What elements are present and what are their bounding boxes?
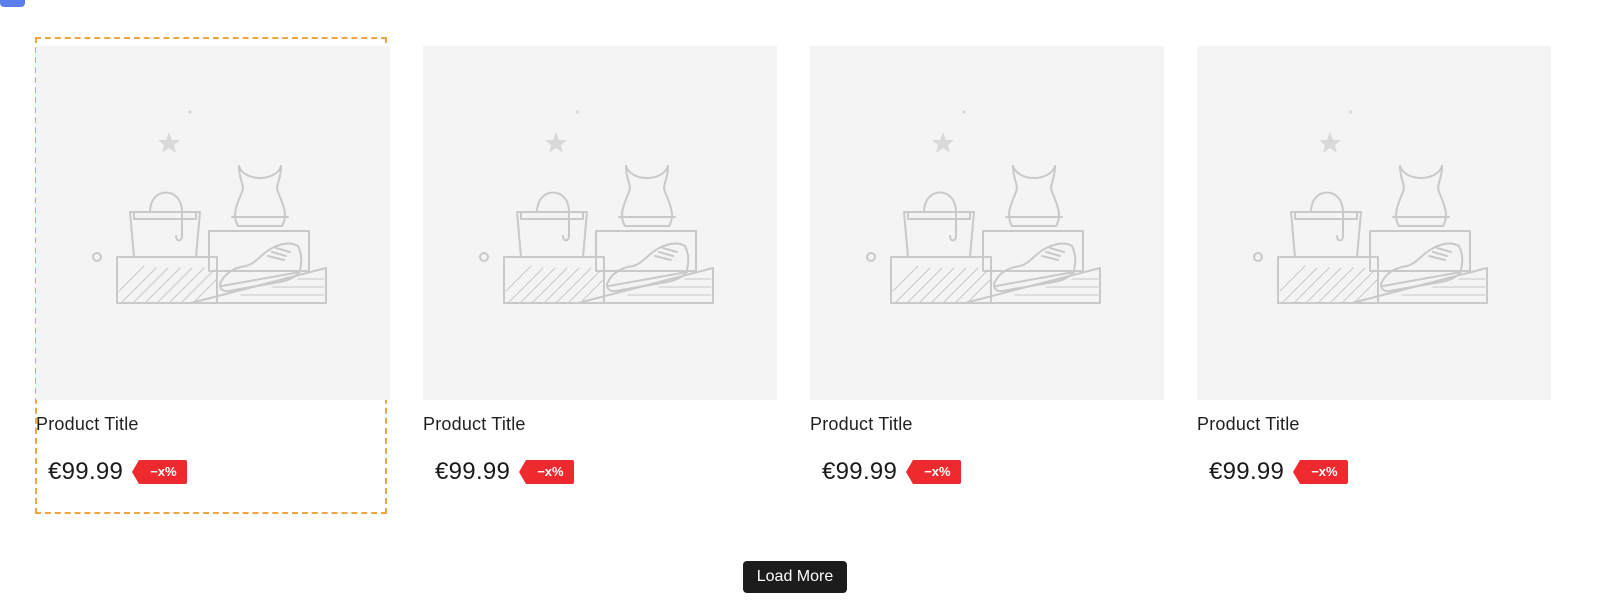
product-title[interactable]: Product Title [423, 413, 777, 435]
product-card[interactable]: Product Title €99.99 −x% [423, 46, 777, 485]
product-price: €99.99 [1209, 458, 1285, 485]
product-card[interactable]: Product Title €99.99 −x% [1197, 46, 1551, 485]
product-placeholder-icon [92, 110, 327, 304]
product-title[interactable]: Product Title [810, 413, 1164, 435]
corner-tab[interactable] [0, 0, 25, 7]
product-price: €99.99 [48, 458, 124, 485]
product-placeholder-icon [866, 110, 1101, 304]
price-row: €99.99 −x% [435, 458, 777, 485]
price-row: €99.99 −x% [1209, 458, 1551, 485]
product-image[interactable] [810, 46, 1164, 400]
product-image[interactable] [36, 46, 390, 400]
discount-badge: −x% [906, 460, 961, 484]
product-title[interactable]: Product Title [36, 413, 390, 435]
discount-badge: −x% [519, 460, 574, 484]
price-row: €99.99 −x% [822, 458, 1164, 485]
discount-badge: −x% [1293, 460, 1348, 484]
product-image[interactable] [423, 46, 777, 400]
product-card[interactable]: Product Title €99.99 −x% [810, 46, 1164, 485]
product-price: €99.99 [822, 458, 898, 485]
product-grid: Product Title €99.99 −x% Product Title €… [35, 37, 1551, 514]
product-card[interactable]: Product Title €99.99 −x% [35, 37, 390, 514]
load-more-button[interactable]: Load More [743, 561, 847, 593]
product-title[interactable]: Product Title [1197, 413, 1551, 435]
product-placeholder-icon [1253, 110, 1488, 304]
discount-badge: −x% [132, 460, 187, 484]
product-price: €99.99 [435, 458, 511, 485]
price-row: €99.99 −x% [48, 458, 390, 485]
product-placeholder-icon [479, 110, 714, 304]
product-image[interactable] [1197, 46, 1551, 400]
